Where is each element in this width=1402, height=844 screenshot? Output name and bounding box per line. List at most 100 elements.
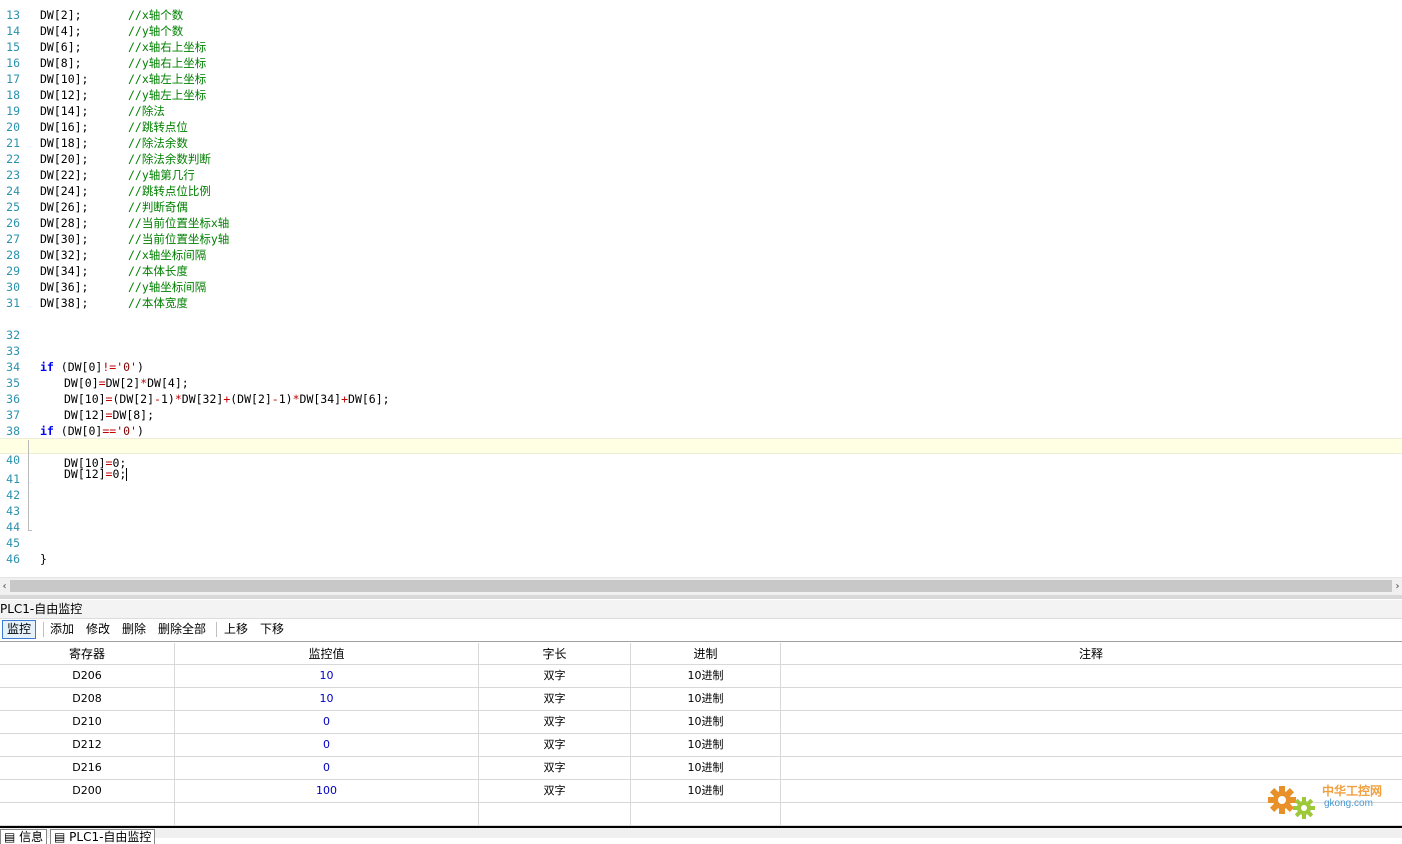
code-line[interactable]: 30 DW[36]; //y轴坐标间隔 [0, 279, 1402, 295]
column-header-note[interactable]: 注释 [781, 643, 1401, 664]
scroll-right-icon[interactable]: › [1393, 578, 1402, 595]
delete-button[interactable]: 删除 [118, 620, 150, 639]
cell-length[interactable] [479, 803, 631, 825]
cell-value[interactable]: 100 [175, 780, 479, 802]
current-code-line[interactable]: 40 DW[12]=0; [0, 438, 1402, 481]
code-line[interactable]: 21 DW[18]; //除法余数 [0, 135, 1402, 151]
move-down-button[interactable]: 下移 [256, 620, 288, 639]
scroll-left-icon[interactable]: ‹ [0, 578, 9, 595]
line-number: 16 [6, 56, 20, 70]
code-line[interactable]: 28 DW[32]; //x轴坐标间隔 [0, 247, 1402, 263]
cell-base[interactable]: 10进制 [631, 688, 781, 710]
cell-note[interactable] [781, 711, 1401, 733]
code-line[interactable]: 36 DW[12]=DW[8]; [0, 375, 1402, 422]
cell-register[interactable] [0, 803, 175, 825]
column-header-length[interactable]: 字长 [479, 643, 631, 664]
cell-value[interactable]: 10 [175, 665, 479, 687]
column-header-value[interactable]: 监控值 [175, 643, 479, 664]
table-row[interactable]: D206 10 双字 10进制 [0, 665, 1402, 688]
delete-all-button[interactable]: 删除全部 [154, 620, 210, 639]
table-row[interactable] [0, 803, 1402, 826]
line-number: 21 [6, 136, 20, 150]
cell-length[interactable]: 双字 [479, 780, 631, 802]
cell-register[interactable]: D208 [0, 688, 175, 710]
table-row[interactable]: D208 10 双字 10进制 [0, 688, 1402, 711]
cell-note[interactable] [781, 665, 1401, 687]
cell-length[interactable]: 双字 [479, 711, 631, 733]
table-row[interactable]: D216 0 双字 10进制 [0, 757, 1402, 780]
code-line[interactable]: 33 if (DW[0]!='0') [0, 327, 1402, 374]
cell-base[interactable]: 10进制 [631, 711, 781, 733]
add-button[interactable]: 添加 [46, 620, 78, 639]
cell-length[interactable]: 双字 [479, 665, 631, 687]
monitor-button[interactable]: 监控 [2, 620, 37, 639]
code-line[interactable]: 15 DW[6]; //x轴右上坐标 [0, 39, 1402, 55]
code-line[interactable]: 23 DW[22]; //y轴第几行 [0, 167, 1402, 183]
cell-value[interactable] [175, 803, 479, 825]
panel-splitter[interactable] [0, 595, 1402, 599]
code-line[interactable]: 34 DW[0]=DW[2]*DW[4]; [0, 343, 1402, 390]
cell-length[interactable]: 双字 [479, 688, 631, 710]
code-line[interactable]: 20 DW[16]; //跳转点位 [0, 119, 1402, 135]
move-up-button[interactable]: 上移 [220, 620, 252, 639]
horizontal-scrollbar[interactable]: ‹ › [0, 577, 1402, 595]
code-line[interactable]: 17 DW[10]; //x轴左上坐标 [0, 71, 1402, 87]
code-line[interactable]: 26 DW[28]; //当前位置坐标x轴 [0, 215, 1402, 231]
code-line[interactable]: 44 [0, 503, 1402, 534]
cell-note[interactable] [781, 734, 1401, 756]
code-line[interactable]: 27 DW[30]; //当前位置坐标y轴 [0, 231, 1402, 247]
cell-base[interactable] [631, 803, 781, 825]
code-line[interactable]: 31 DW[38]; //本体宽度 [0, 295, 1402, 311]
line-number: 26 [6, 216, 20, 230]
code-line[interactable]: 24 DW[24]; //跳转点位比例 [0, 183, 1402, 199]
code-line[interactable]: 41 [0, 455, 1402, 486]
code-line[interactable]: 35 DW[10]=(DW[2]-1)*DW[32]+(DW[2]-1)*DW[… [0, 359, 1402, 406]
cell-note[interactable] [781, 757, 1401, 779]
edit-button[interactable]: 修改 [82, 620, 114, 639]
code-line[interactable]: 18 DW[12]; //y轴左上坐标 [0, 87, 1402, 103]
cell-register[interactable]: D216 [0, 757, 175, 779]
code-comment: //y轴左上坐标 [128, 88, 207, 102]
code-line[interactable]: 14 DW[4]; //y轴个数 [0, 23, 1402, 39]
table-row[interactable]: D212 0 双字 10进制 [0, 734, 1402, 757]
tab-plc1-monitor[interactable]: ▤ PLC1-自由监控 [50, 829, 156, 844]
cell-length[interactable]: 双字 [479, 734, 631, 756]
code-editor[interactable]: 13 DW[2]; //x轴个数 14 DW[4]; //y轴个数 15 DW[6]; //x轴… [0, 0, 1402, 577]
code-line[interactable]: 37 if (DW[0]=='0') [0, 391, 1402, 438]
code-line[interactable]: 43 [0, 487, 1402, 518]
scrollbar-thumb[interactable] [10, 580, 1392, 592]
cell-register[interactable]: D200 [0, 780, 175, 802]
cell-base[interactable]: 10进制 [631, 665, 781, 687]
cell-value[interactable]: 0 [175, 734, 479, 756]
code-line[interactable]: 46 [0, 535, 1402, 566]
column-header-base[interactable]: 进制 [631, 643, 781, 664]
cell-register[interactable]: D212 [0, 734, 175, 756]
cell-base[interactable]: 10进制 [631, 757, 781, 779]
code-line[interactable]: 32 [0, 311, 1402, 342]
cell-note[interactable] [781, 688, 1401, 710]
cell-base[interactable]: 10进制 [631, 780, 781, 802]
code-line[interactable]: 38 DW[0]=0; [0, 407, 1402, 454]
cell-register[interactable]: D206 [0, 665, 175, 687]
cell-value[interactable]: 0 [175, 711, 479, 733]
code-line[interactable]: 42 [0, 471, 1402, 502]
code-line[interactable]: 16 DW[8]; //y轴右上坐标 [0, 55, 1402, 71]
cell-length[interactable]: 双字 [479, 757, 631, 779]
table-row[interactable]: D210 0 双字 10进制 [0, 711, 1402, 734]
tab-info[interactable]: ▤ 信息 [0, 829, 48, 844]
code-line[interactable]: 25 DW[26]; //判断奇偶 [0, 199, 1402, 215]
code-line[interactable]: 22 DW[20]; //除法余数判断 [0, 151, 1402, 167]
code-comment: //除法余数判断 [128, 152, 211, 166]
code-line[interactable]: 45 } [0, 519, 1402, 566]
code-line[interactable]: 39 DW[10]=0; [0, 423, 1402, 470]
code-line[interactable]: 29 DW[34]; //本体长度 [0, 263, 1402, 279]
column-header-register[interactable]: 寄存器 [0, 643, 175, 664]
cell-value[interactable]: 0 [175, 757, 479, 779]
cell-register[interactable]: D210 [0, 711, 175, 733]
table-row[interactable]: D200 100 双字 10进制 [0, 780, 1402, 803]
cell-base[interactable]: 10进制 [631, 734, 781, 756]
cell-value[interactable]: 10 [175, 688, 479, 710]
code-line[interactable]: 13 DW[2]; //x轴个数 [0, 7, 1402, 23]
code-comment: //跳转点位 [128, 120, 188, 134]
code-line[interactable]: 19 DW[14]; //除法 [0, 103, 1402, 119]
